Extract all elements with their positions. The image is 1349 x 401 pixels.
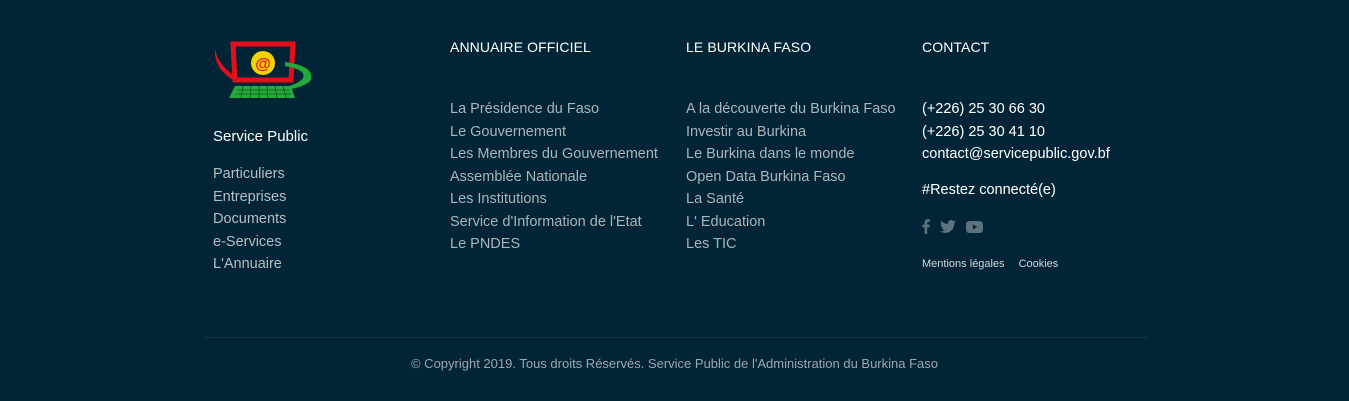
column-title-annuaire: ANNUAIRE OFFICIEL [450,39,591,55]
link-pndes[interactable]: Le PNDES [450,233,658,256]
burkina-links: A la découverte du Burkina Faso Investir… [686,98,896,256]
legal-links: Mentions légales Cookies [922,258,1110,270]
link-institutions[interactable]: Les Institutions [450,188,658,211]
link-decouverte[interactable]: A la découverte du Burkina Faso [686,98,896,121]
link-particuliers[interactable]: Particuliers [213,163,317,186]
link-service-information[interactable]: Service d'Information de l'Etat [450,211,658,234]
social-icons [922,218,1110,236]
link-burkina-monde[interactable]: Le Burkina dans le monde [686,143,896,166]
contact-phone-2[interactable]: (+226) 25 30 41 10 [922,121,1110,144]
link-gouvernement[interactable]: Le Gouvernement [450,121,658,144]
site-footer: @ Service Public Particuliers Entreprise… [0,0,1349,401]
footer-column-brand: @ Service Public Particuliers Entreprise… [213,36,317,276]
link-presidence[interactable]: La Présidence du Faso [450,98,658,121]
link-annuaire[interactable]: L'Annuaire [213,253,317,276]
footer-divider [203,337,1147,338]
link-membres-gouvernement[interactable]: Les Membres du Gouvernement [450,143,658,166]
svg-text:@: @ [255,56,271,73]
facebook-icon[interactable] [922,219,930,234]
link-mentions-legales[interactable]: Mentions légales [922,258,1005,270]
service-links: Particuliers Entreprises Documents e-Ser… [213,163,317,276]
contact-email[interactable]: contact@servicepublic.gov.bf [922,143,1110,166]
link-assemblee-nationale[interactable]: Assemblée Nationale [450,166,658,189]
brand-name: Service Public [213,128,309,145]
link-cookies[interactable]: Cookies [1019,258,1059,270]
link-education[interactable]: L' Education [686,211,896,234]
column-title-contact: CONTACT [922,39,990,55]
footer-column-burkina: LE BURKINA FASO A la découverte du Burki… [686,38,896,256]
link-sante[interactable]: La Santé [686,188,896,211]
link-tic[interactable]: Les TIC [686,233,896,256]
link-documents[interactable]: Documents [213,208,317,231]
link-investir[interactable]: Investir au Burkina [686,121,896,144]
at-sign-computer-logo-icon[interactable]: @ [213,36,317,102]
link-open-data[interactable]: Open Data Burkina Faso [686,166,896,189]
column-title-burkina: LE BURKINA FASO [686,39,812,55]
contact-phone-1[interactable]: (+226) 25 30 66 30 [922,98,1110,121]
link-e-services[interactable]: e-Services [213,231,317,254]
copyright-text: © Copyright 2019. Tous droits Réservés. … [410,356,938,371]
footer-column-annuaire: ANNUAIRE OFFICIEL La Présidence du Faso … [450,38,658,256]
social-title: #Restez connecté(e) [922,181,1056,198]
youtube-icon[interactable] [966,220,983,233]
footer-column-contact: CONTACT (+226) 25 30 66 30 (+226) 25 30 … [922,38,1110,270]
twitter-icon[interactable] [940,220,956,233]
annuaire-links: La Présidence du Faso Le Gouvernement Le… [450,98,658,256]
link-entreprises[interactable]: Entreprises [213,186,317,209]
